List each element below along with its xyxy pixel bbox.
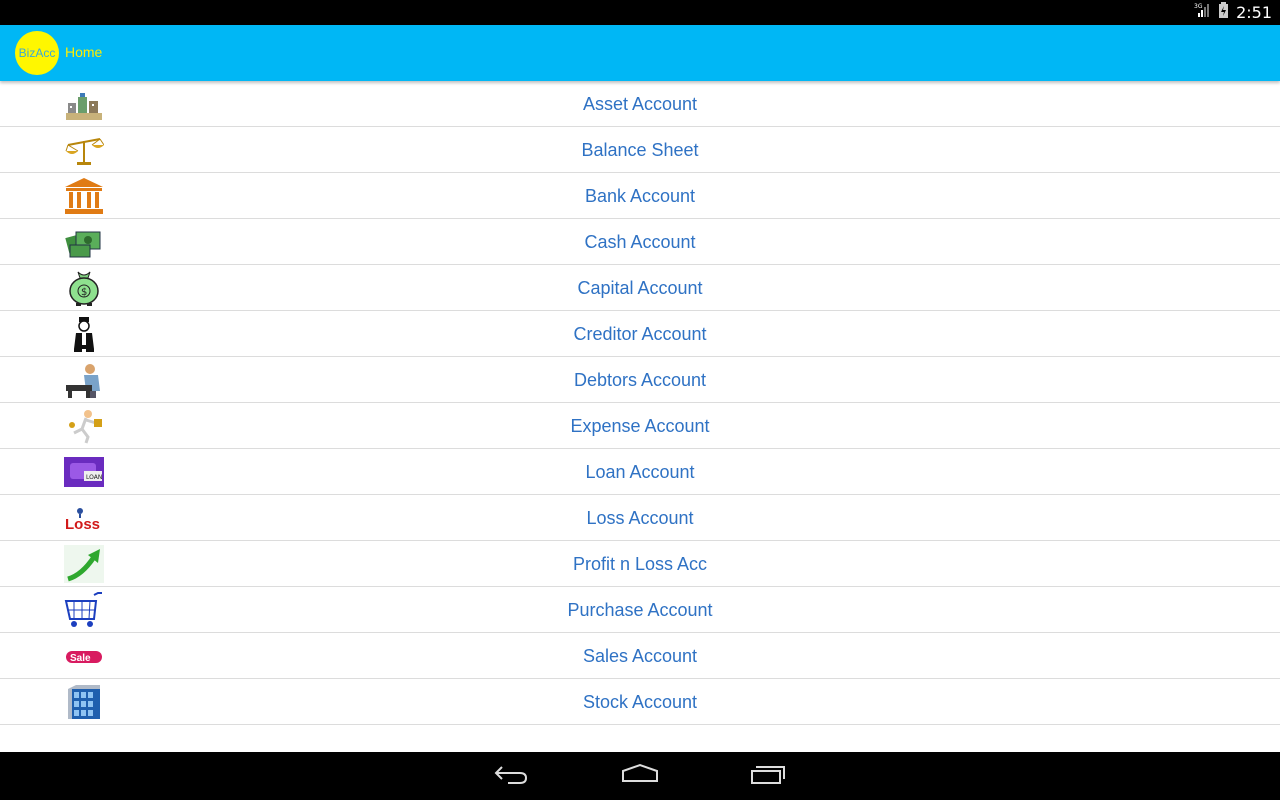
list-item-balance-sheet[interactable]: Balance Sheet xyxy=(0,127,1280,173)
list-item-label: Expense Account xyxy=(570,416,710,436)
list-item-label: Cash Account xyxy=(584,232,696,252)
app-bar: BizAcc Home xyxy=(0,25,1280,81)
battery-icon xyxy=(1218,2,1230,23)
list-item-label: Profit n Loss Acc xyxy=(572,554,708,574)
list-item-label: Stock Account xyxy=(582,692,698,712)
list-item-cash-account[interactable]: Cash Account xyxy=(0,219,1280,265)
status-time: 2:51 xyxy=(1236,3,1272,22)
svg-text:3G: 3G xyxy=(1194,3,1203,10)
home-icon xyxy=(621,763,659,790)
account-list: Asset Account Balance Sheet Bank Account… xyxy=(0,81,1280,725)
list-item-label: Purchase Account xyxy=(567,600,713,620)
list-item-profit-n-loss-acc[interactable]: Profit n Loss Acc xyxy=(0,541,1280,587)
recent-apps-icon xyxy=(750,763,786,790)
app-logo[interactable]: BizAcc xyxy=(15,31,59,75)
list-item-label: Debtors Account xyxy=(573,370,707,390)
list-item-label: Asset Account xyxy=(582,94,698,114)
logo-text: BizAcc xyxy=(18,46,56,60)
status-bar: 3G 2:51 xyxy=(0,0,1280,25)
signal-icon: 3G xyxy=(1194,2,1212,23)
list-item-expense-account[interactable]: Expense Account xyxy=(0,403,1280,449)
navigation-bar xyxy=(0,752,1280,800)
recent-apps-button[interactable] xyxy=(743,760,793,792)
home-button[interactable] xyxy=(615,760,665,792)
status-icons: 3G 2:51 xyxy=(1194,0,1272,25)
list-item-loss-account[interactable]: Loss Loss Account xyxy=(0,495,1280,541)
list-item-capital-account[interactable]: $ Capital Account xyxy=(0,265,1280,311)
list-item-label: Sales Account xyxy=(582,646,698,666)
back-button[interactable] xyxy=(487,760,537,792)
list-item-bank-account[interactable]: Bank Account xyxy=(0,173,1280,219)
list-item-label: Capital Account xyxy=(577,278,703,298)
back-icon xyxy=(494,763,530,790)
list-item-sales-account[interactable]: Sale Sales Account xyxy=(0,633,1280,679)
list-item-label: Loan Account xyxy=(585,462,695,482)
list-item-label: Bank Account xyxy=(584,186,696,206)
page-title: Home xyxy=(65,44,103,60)
list-item-label: Balance Sheet xyxy=(581,140,699,160)
list-item-creditor-account[interactable]: Creditor Account xyxy=(0,311,1280,357)
list-item-debtors-account[interactable]: Debtors Account xyxy=(0,357,1280,403)
list-item-asset-account[interactable]: Asset Account xyxy=(0,81,1280,127)
list-item-label: Creditor Account xyxy=(573,324,707,344)
list-item-stock-account[interactable]: Stock Account xyxy=(0,679,1280,725)
list-item-loan-account[interactable]: LOAN Loan Account xyxy=(0,449,1280,495)
list-item-label: Loss Account xyxy=(586,508,694,528)
list-item-purchase-account[interactable]: Purchase Account xyxy=(0,587,1280,633)
